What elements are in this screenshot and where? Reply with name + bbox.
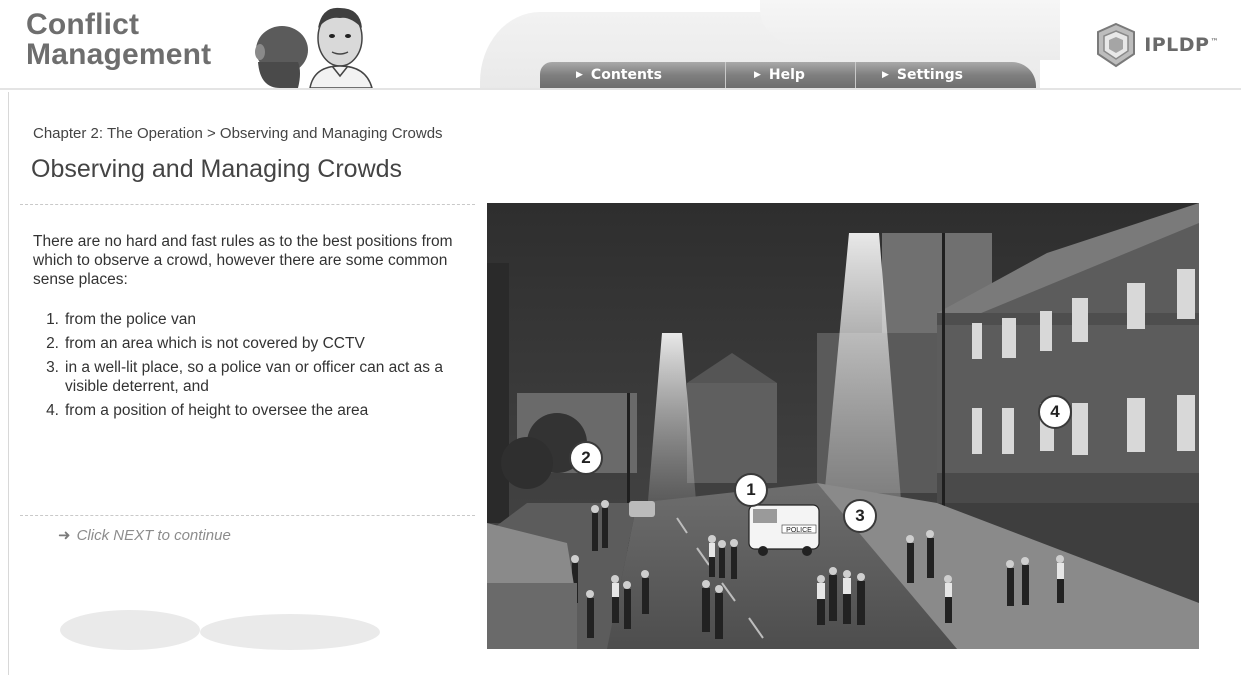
list-item-number: 2. bbox=[46, 335, 59, 352]
main-nav: ▶ Contents ▶ Help ▶ Settings bbox=[540, 62, 1036, 88]
list-item: 1. from the police van bbox=[33, 310, 453, 329]
page-left-border bbox=[8, 0, 9, 675]
page-title: Observing and Managing Crowds bbox=[31, 155, 403, 183]
nav-contents-label: Contents bbox=[590, 67, 662, 83]
scene-marker-4: 4 bbox=[1038, 395, 1072, 429]
brand-name: IPLDP™ bbox=[1144, 34, 1219, 56]
faded-watermark-graphic bbox=[60, 610, 380, 650]
arrow-right-icon: ➜ bbox=[58, 527, 71, 544]
van-label: POLICE bbox=[786, 527, 812, 534]
brand: IPLDP™ bbox=[1094, 22, 1219, 68]
header: Conflict Management IPLDP™ ▶ Contents ▶ … bbox=[0, 0, 1241, 92]
list-item-text: from a position of height to oversee the… bbox=[65, 402, 369, 419]
next-hint: ➜ Click NEXT to continue bbox=[58, 526, 231, 545]
caret-right-icon: ▶ bbox=[754, 70, 761, 80]
nav-settings-label: Settings bbox=[896, 67, 964, 83]
observation-points-list: 1. from the police van 2. from an area w… bbox=[33, 310, 453, 425]
nav-contents-button[interactable]: ▶ Contents bbox=[540, 62, 725, 88]
header-swoosh-top bbox=[760, 0, 1060, 60]
street-scene-illustration: POLICE 1 2 3 4 bbox=[487, 203, 1199, 649]
list-item: 4. from a position of height to oversee … bbox=[33, 401, 453, 420]
caret-right-icon: ▶ bbox=[576, 70, 583, 80]
list-item-number: 4. bbox=[46, 402, 59, 419]
app-title: Conflict Management bbox=[26, 10, 211, 70]
ipldp-shield-logo-icon bbox=[1097, 22, 1136, 68]
scene-marker-1: 1 bbox=[734, 473, 768, 507]
app-title-line2: Management bbox=[26, 38, 212, 71]
breadcrumb: Chapter 2: The Operation > Observing and… bbox=[33, 125, 443, 142]
caret-right-icon: ▶ bbox=[882, 70, 889, 80]
list-item-text: from an area which is not covered by CCT… bbox=[65, 335, 365, 352]
list-item: 2. from an area which is not covered by … bbox=[33, 334, 453, 353]
nav-help-button[interactable]: ▶ Help bbox=[725, 62, 855, 88]
brand-name-text: IPLDP bbox=[1144, 34, 1210, 56]
scene-marker-3: 3 bbox=[843, 499, 877, 533]
list-item: 3. in a well-lit place, so a police van … bbox=[33, 358, 453, 396]
nav-settings-button[interactable]: ▶ Settings bbox=[855, 62, 1036, 88]
header-divider bbox=[0, 88, 1241, 90]
section-divider-top bbox=[20, 204, 475, 205]
list-item-number: 1. bbox=[46, 311, 59, 328]
header-people-illustration bbox=[255, 7, 373, 88]
intro-text: There are no hard and fast rules as to t… bbox=[33, 233, 453, 288]
street-scene-svg: POLICE bbox=[487, 203, 1199, 649]
brand-trademark: ™ bbox=[1210, 36, 1219, 46]
app-title-line1: Conflict bbox=[26, 8, 140, 41]
list-item-text: from the police van bbox=[65, 311, 196, 328]
nav-help-label: Help bbox=[768, 67, 805, 83]
police-van-graphic: POLICE bbox=[748, 504, 820, 556]
next-hint-text: Click NEXT to continue bbox=[76, 526, 231, 544]
list-item-text: in a well-lit place, so a police van or … bbox=[65, 359, 443, 395]
list-item-number: 3. bbox=[46, 359, 59, 376]
section-divider-bottom bbox=[20, 515, 475, 516]
scene-marker-2: 2 bbox=[569, 441, 603, 475]
